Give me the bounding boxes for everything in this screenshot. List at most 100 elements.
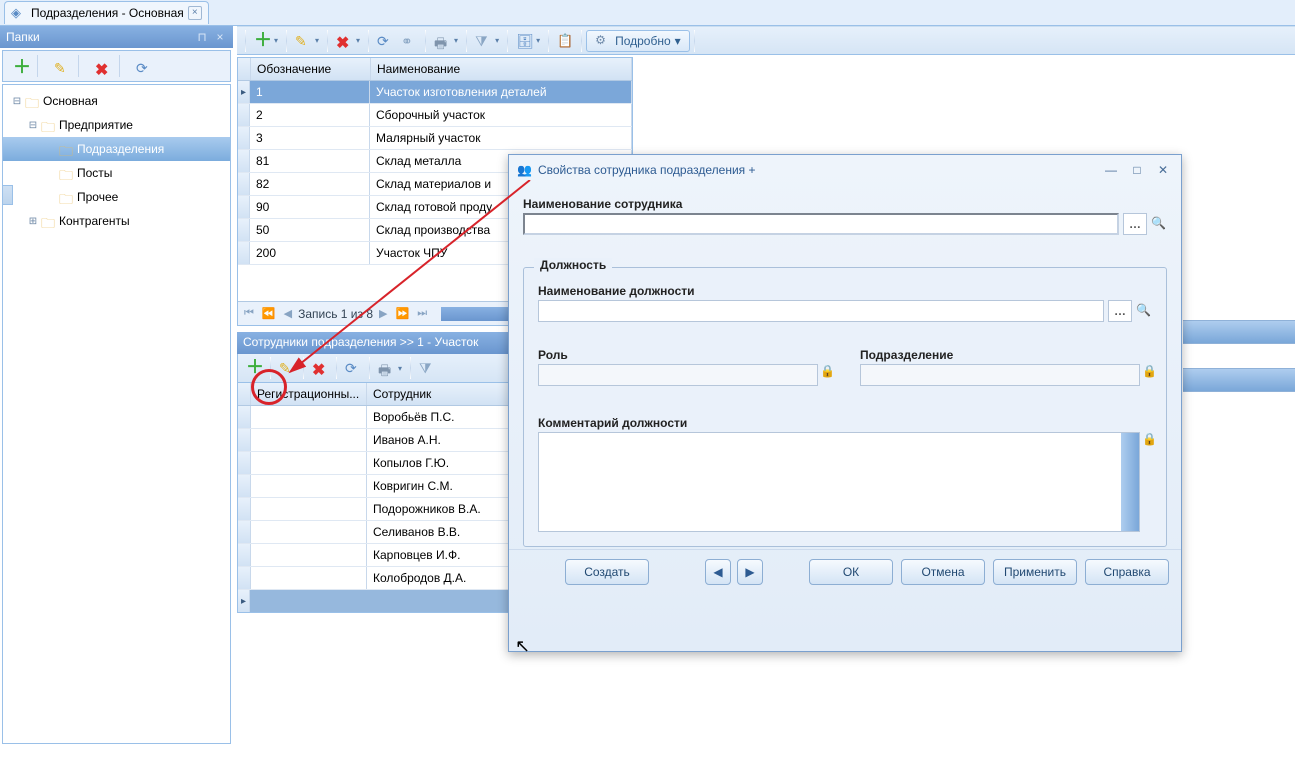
folders-panel: Папки ⊓ × ＋ ✎ ✖ ⟳ ⊟ 🗀 Основная ⊟ 🗀 Предп… xyxy=(0,26,233,759)
ok-button[interactable]: ОК xyxy=(809,559,893,585)
position-legend: Должность xyxy=(534,258,612,272)
app-icon: ◈ xyxy=(11,5,27,21)
filter-employee-button[interactable]: ⧩ xyxy=(415,358,439,378)
prev-record-button[interactable]: ◀ xyxy=(705,559,731,585)
detail-button[interactable]: ⚙ Подробно ▾ xyxy=(586,30,690,52)
edit-button[interactable]: ✎▾ xyxy=(291,31,323,51)
tree-label: Посты xyxy=(77,166,112,180)
tree-node-enterprise[interactable]: ⊟ 🗀 Предприятие xyxy=(3,113,230,137)
folder-icon: 🗀 xyxy=(41,213,57,229)
edit-folder-button[interactable]: ✎ xyxy=(50,58,66,74)
edit-employee-button[interactable]: ✎ xyxy=(275,358,299,378)
maximize-button[interactable]: □ xyxy=(1127,163,1147,177)
grid-header: Обозначение Наименование xyxy=(238,58,632,81)
pager-last[interactable]: ⏭ xyxy=(415,307,429,320)
grid-row[interactable]: 3Малярный участок xyxy=(238,127,632,150)
pager-next-page[interactable]: ⏩ xyxy=(393,307,411,320)
folders-panel-title: Папки xyxy=(6,30,40,44)
create-button[interactable]: Создать xyxy=(565,559,649,585)
cell-name: Участок изготовления деталей xyxy=(370,81,632,103)
search-icon[interactable]: 🔍 xyxy=(1151,216,1167,232)
scrollbar[interactable] xyxy=(1121,433,1139,531)
folder-icon: 🗀 xyxy=(59,141,75,157)
users-icon: 👥 xyxy=(517,163,532,177)
tree-node-root[interactable]: ⊟ 🗀 Основная xyxy=(3,89,230,113)
refresh-folder-button[interactable]: ⟳ xyxy=(132,58,148,74)
apply-button[interactable]: Применить xyxy=(993,559,1077,585)
grid-row[interactable]: 2Сборочный участок xyxy=(238,104,632,127)
refresh-employee-button[interactable]: ⟳ xyxy=(341,358,365,378)
link-button[interactable]: ⚭ xyxy=(397,31,421,51)
col-code[interactable]: Обозначение xyxy=(251,58,371,80)
position-fieldset: Должность Наименование должности … 🔍 Рол… xyxy=(523,267,1167,547)
row-indicator: ▸ xyxy=(238,81,250,103)
delete-employee-button[interactable]: ✖ xyxy=(308,358,332,378)
print-employee-button[interactable]: 🖶▾ xyxy=(374,358,406,378)
expander-icon[interactable]: ⊟ xyxy=(27,120,39,131)
calendar-button[interactable]: 📋 xyxy=(553,31,577,51)
main-toolbar: ＋▾ ✎▾ ✖▾ ⟳ ⚭ 🖶▾ ⧩▾ 🗄▾ 📋 ⚙ Подробно ▾ xyxy=(237,26,1295,55)
expander-icon[interactable]: ⊟ xyxy=(11,96,23,107)
collapse-handle[interactable] xyxy=(3,185,13,205)
pager-prev[interactable]: ◀ xyxy=(282,307,294,320)
role-input xyxy=(538,364,818,386)
dialog-titlebar[interactable]: 👥 Свойства сотрудника подразделения + — … xyxy=(509,155,1181,185)
lock-icon: 🔒 xyxy=(1142,364,1152,386)
employees-panel-title: Сотрудники подразделения >> 1 - Участок xyxy=(243,335,478,349)
refresh-button[interactable]: ⟳ xyxy=(373,31,397,51)
role-label: Роль xyxy=(538,348,830,362)
next-record-button[interactable]: ▶ xyxy=(737,559,763,585)
employee-browse-button[interactable]: … xyxy=(1123,213,1147,235)
add-button[interactable]: ＋▾ xyxy=(250,31,282,51)
tree-node-contragents[interactable]: ⊞ 🗀 Контрагенты xyxy=(3,209,230,233)
tree-label: Контрагенты xyxy=(59,214,130,228)
cancel-button[interactable]: Отмена xyxy=(901,559,985,585)
position-comment-textarea[interactable] xyxy=(538,432,1140,532)
mouse-cursor: ↖ xyxy=(515,636,530,657)
delete-folder-button[interactable]: ✖ xyxy=(91,58,107,74)
expander-icon[interactable]: ⊞ xyxy=(27,216,39,227)
tab-departments[interactable]: ◈ Подразделения - Основная × xyxy=(4,1,209,24)
tree-node-posts[interactable]: 🗀 Посты xyxy=(3,161,230,185)
cell-code: 1 xyxy=(250,81,370,103)
folder-icon: 🗀 xyxy=(41,117,57,133)
position-browse-button[interactable]: … xyxy=(1108,300,1132,322)
tab-close-button[interactable]: × xyxy=(188,6,202,20)
col-reg[interactable]: Регистрационны... xyxy=(251,383,367,405)
tree-label: Подразделения xyxy=(77,142,164,156)
close-icon[interactable]: × xyxy=(213,30,227,44)
dialog-title: Свойства сотрудника подразделения + xyxy=(538,163,756,177)
pager-prev-page[interactable]: ⏪ xyxy=(260,307,278,320)
pager-next[interactable]: ▶ xyxy=(377,307,389,320)
tab-strip: ◈ Подразделения - Основная × xyxy=(0,0,1295,26)
add-folder-button[interactable]: ＋ xyxy=(9,58,25,74)
minimize-button[interactable]: — xyxy=(1101,163,1121,177)
department-label: Подразделение xyxy=(860,348,1152,362)
add-employee-button[interactable]: ＋ xyxy=(242,358,266,378)
col-name[interactable]: Наименование xyxy=(371,58,632,80)
print-button[interactable]: 🖶▾ xyxy=(430,31,462,51)
pager-first[interactable]: ⏮ xyxy=(242,307,256,320)
gear-icon: ⚙ xyxy=(595,33,611,49)
position-comment-label: Комментарий должности xyxy=(538,416,1152,430)
pin-icon[interactable]: ⊓ xyxy=(195,30,209,44)
tree-label: Прочее xyxy=(77,190,118,204)
department-input xyxy=(860,364,1140,386)
close-button[interactable]: ✕ xyxy=(1153,163,1173,177)
search-icon[interactable]: 🔍 xyxy=(1136,303,1152,319)
filter-button[interactable]: ⧩▾ xyxy=(471,31,503,51)
tree-node-departments[interactable]: 🗀 Подразделения xyxy=(3,137,230,161)
employee-name-input[interactable] xyxy=(523,213,1119,235)
folder-icon: 🗀 xyxy=(59,189,75,205)
delete-button[interactable]: ✖▾ xyxy=(332,31,364,51)
lock-icon: 🔒 xyxy=(820,364,830,386)
employee-properties-dialog: 👥 Свойства сотрудника подразделения + — … xyxy=(508,154,1182,652)
position-name-input[interactable] xyxy=(538,300,1104,322)
help-button[interactable]: Справка xyxy=(1085,559,1169,585)
grid-row[interactable]: ▸ 1 Участок изготовления деталей xyxy=(238,81,632,104)
tree-node-other[interactable]: 🗀 Прочее xyxy=(3,185,230,209)
tab-title: Подразделения - Основная xyxy=(31,6,184,20)
dialog-button-bar: Создать ◀ ▶ ОК Отмена Применить Справка xyxy=(509,549,1181,593)
right-preview-stripes xyxy=(1183,320,1295,416)
db-button[interactable]: 🗄▾ xyxy=(512,31,544,51)
